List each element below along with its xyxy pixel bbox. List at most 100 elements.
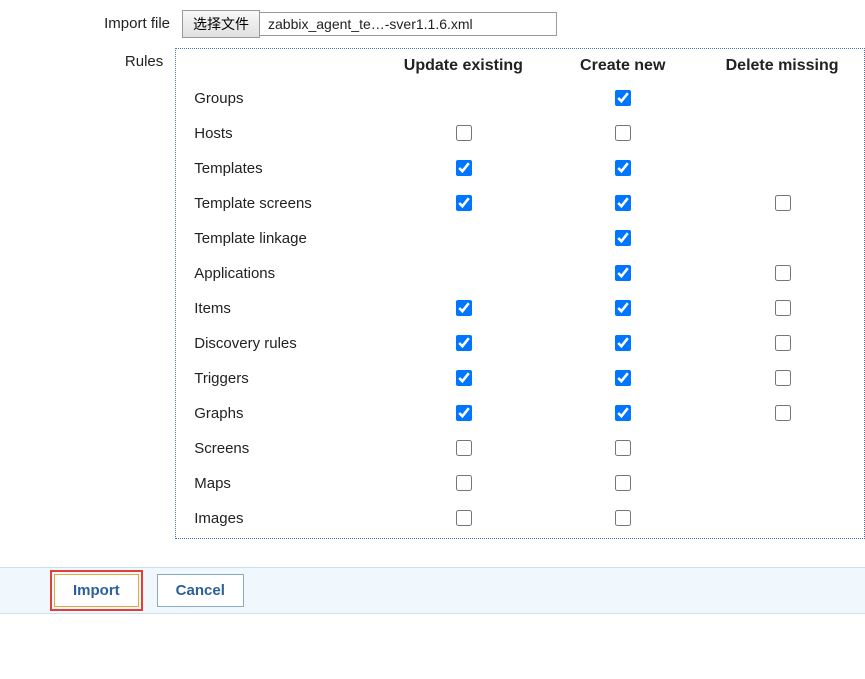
checkbox-update[interactable] bbox=[456, 370, 472, 386]
rule-row: Template linkage bbox=[178, 221, 862, 256]
rule-label: Groups bbox=[178, 81, 383, 116]
rule-update-cell bbox=[383, 466, 543, 501]
rule-create-cell bbox=[543, 256, 702, 291]
rule-label: Template screens bbox=[178, 186, 383, 221]
rule-update-cell bbox=[383, 186, 543, 221]
rule-delete-cell bbox=[702, 186, 862, 221]
checkbox-create[interactable] bbox=[615, 370, 631, 386]
checkbox-update[interactable] bbox=[456, 160, 472, 176]
checkbox-update[interactable] bbox=[456, 405, 472, 421]
rule-label: Applications bbox=[178, 256, 383, 291]
checkbox-update[interactable] bbox=[456, 510, 472, 526]
rule-row: Discovery rules bbox=[178, 326, 862, 361]
rule-label: Graphs bbox=[178, 396, 383, 431]
rule-create-cell bbox=[543, 116, 702, 151]
header-create-new: Create new bbox=[543, 51, 702, 81]
rules-row: Rules Update existing Create new Delete … bbox=[0, 48, 865, 539]
checkbox-delete[interactable] bbox=[775, 335, 791, 351]
rule-delete-cell bbox=[702, 396, 862, 431]
checkbox-update[interactable] bbox=[456, 195, 472, 211]
rule-row: Items bbox=[178, 291, 862, 326]
checkbox-delete[interactable] bbox=[775, 265, 791, 281]
rule-delete-cell bbox=[702, 256, 862, 291]
file-choose-button[interactable]: 选择文件 bbox=[182, 10, 260, 38]
checkbox-delete[interactable] bbox=[775, 300, 791, 316]
checkbox-create[interactable] bbox=[615, 230, 631, 246]
rule-create-cell bbox=[543, 151, 702, 186]
checkbox-create[interactable] bbox=[615, 90, 631, 106]
checkbox-update[interactable] bbox=[456, 125, 472, 141]
checkbox-delete[interactable] bbox=[775, 370, 791, 386]
rule-label: Triggers bbox=[178, 361, 383, 396]
checkbox-delete[interactable] bbox=[775, 195, 791, 211]
rule-label: Discovery rules bbox=[178, 326, 383, 361]
checkbox-create[interactable] bbox=[615, 335, 631, 351]
rule-update-cell bbox=[383, 326, 543, 361]
rule-row: Graphs bbox=[178, 396, 862, 431]
rule-create-cell bbox=[543, 396, 702, 431]
checkbox-update[interactable] bbox=[456, 475, 472, 491]
rules-label: Rules bbox=[0, 48, 175, 70]
import-file-row: Import file 选择文件 zabbix_agent_te…-sver1.… bbox=[0, 10, 865, 38]
rule-update-cell bbox=[383, 361, 543, 396]
rule-create-cell bbox=[543, 186, 702, 221]
rule-delete-cell bbox=[702, 501, 862, 536]
rule-row: Groups bbox=[178, 81, 862, 116]
checkbox-create[interactable] bbox=[615, 195, 631, 211]
rule-create-cell bbox=[543, 291, 702, 326]
checkbox-create[interactable] bbox=[615, 440, 631, 456]
checkbox-update[interactable] bbox=[456, 300, 472, 316]
rules-table: Update existing Create new Delete missin… bbox=[178, 51, 862, 536]
rule-label: Screens bbox=[178, 431, 383, 466]
rule-delete-cell bbox=[702, 116, 862, 151]
rule-delete-cell bbox=[702, 151, 862, 186]
rule-row: Applications bbox=[178, 256, 862, 291]
import-file-label: Import file bbox=[0, 10, 182, 32]
rule-delete-cell bbox=[702, 431, 862, 466]
rule-delete-cell bbox=[702, 326, 862, 361]
checkbox-update[interactable] bbox=[456, 440, 472, 456]
rule-delete-cell bbox=[702, 361, 862, 396]
rules-header-row: Update existing Create new Delete missin… bbox=[178, 51, 862, 81]
rule-update-cell bbox=[383, 256, 543, 291]
file-name-display: zabbix_agent_te…-sver1.1.6.xml bbox=[260, 12, 557, 36]
button-bar: Import Cancel bbox=[0, 567, 865, 614]
rule-create-cell bbox=[543, 361, 702, 396]
rule-row: Images bbox=[178, 501, 862, 536]
rule-update-cell bbox=[383, 431, 543, 466]
rule-update-cell bbox=[383, 151, 543, 186]
checkbox-create[interactable] bbox=[615, 405, 631, 421]
rule-create-cell bbox=[543, 501, 702, 536]
rule-create-cell bbox=[543, 431, 702, 466]
rule-create-cell bbox=[543, 221, 702, 256]
checkbox-create[interactable] bbox=[615, 510, 631, 526]
checkbox-create[interactable] bbox=[615, 300, 631, 316]
checkbox-update[interactable] bbox=[456, 335, 472, 351]
cancel-button[interactable]: Cancel bbox=[157, 574, 244, 607]
rule-label: Templates bbox=[178, 151, 383, 186]
header-blank bbox=[178, 51, 383, 81]
checkbox-create[interactable] bbox=[615, 160, 631, 176]
rule-create-cell bbox=[543, 466, 702, 501]
rule-update-cell bbox=[383, 501, 543, 536]
rule-delete-cell bbox=[702, 81, 862, 116]
rule-row: Hosts bbox=[178, 116, 862, 151]
rule-delete-cell bbox=[702, 221, 862, 256]
rule-label: Template linkage bbox=[178, 221, 383, 256]
checkbox-create[interactable] bbox=[615, 125, 631, 141]
rule-row: Screens bbox=[178, 431, 862, 466]
rule-label: Items bbox=[178, 291, 383, 326]
rule-update-cell bbox=[383, 221, 543, 256]
checkbox-create[interactable] bbox=[615, 265, 631, 281]
rule-update-cell bbox=[383, 291, 543, 326]
rule-row: Triggers bbox=[178, 361, 862, 396]
checkbox-delete[interactable] bbox=[775, 405, 791, 421]
rule-create-cell bbox=[543, 81, 702, 116]
import-form: Import file 选择文件 zabbix_agent_te…-sver1.… bbox=[0, 0, 865, 539]
rule-create-cell bbox=[543, 326, 702, 361]
rule-delete-cell bbox=[702, 466, 862, 501]
checkbox-create[interactable] bbox=[615, 475, 631, 491]
header-delete-missing: Delete missing bbox=[702, 51, 862, 81]
rule-label: Maps bbox=[178, 466, 383, 501]
import-button[interactable]: Import bbox=[54, 574, 139, 607]
